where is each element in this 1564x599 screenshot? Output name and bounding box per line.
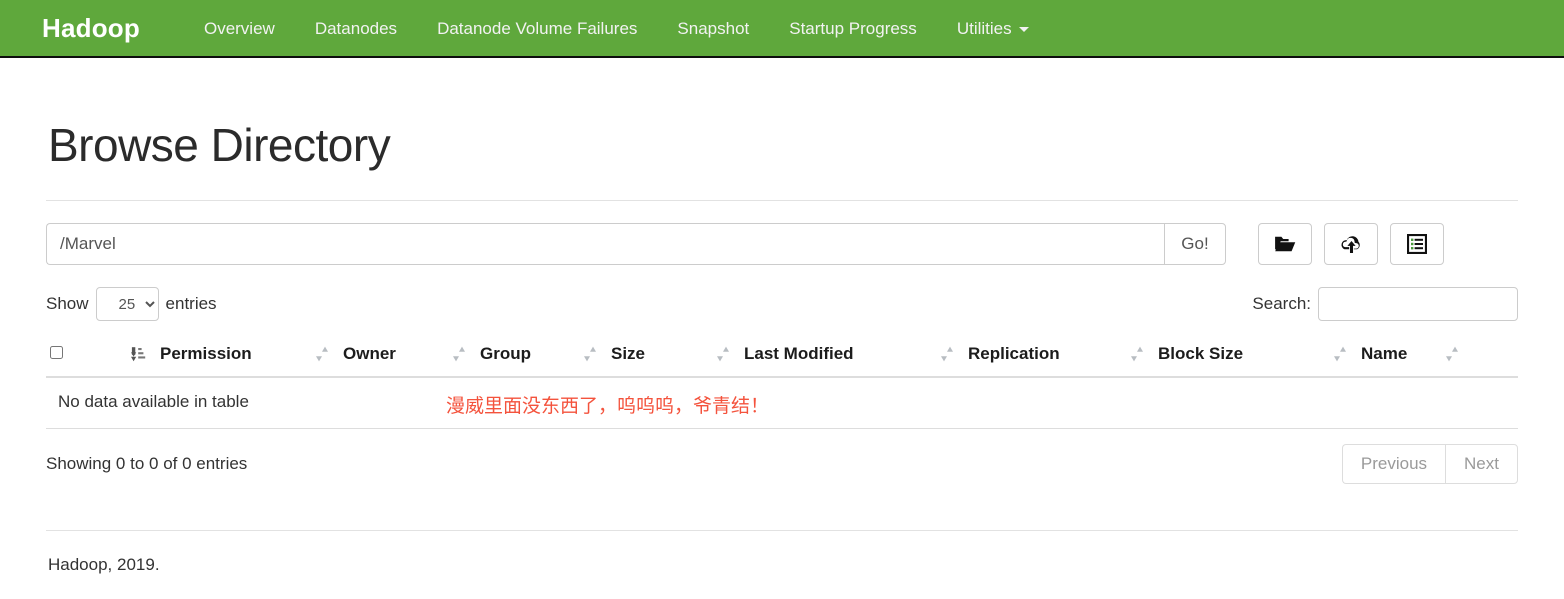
show-label: Show xyxy=(46,294,89,313)
nav-item-datanodes[interactable]: Datanodes xyxy=(295,20,417,37)
cloud-upload-icon xyxy=(1340,235,1363,254)
column-header-label: Replication xyxy=(968,344,1060,363)
pagination: Previous Next xyxy=(1341,444,1518,484)
column-header-owner[interactable]: Owner xyxy=(315,335,452,378)
sort-icon[interactable] xyxy=(315,346,329,362)
column-header-permission[interactable]: Permission xyxy=(130,335,315,378)
directory-table: Permission Owner Group Size Last Modifie… xyxy=(46,335,1518,429)
empty-message: No data available in table xyxy=(58,392,249,411)
sort-icon[interactable] xyxy=(1333,346,1347,362)
cut-paste-button[interactable] xyxy=(1390,223,1444,265)
sort-icon[interactable] xyxy=(716,346,730,362)
nav-item-label: Datanodes xyxy=(314,18,398,38)
previous-page-button[interactable]: Previous xyxy=(1341,444,1446,484)
next-page-button[interactable]: Next xyxy=(1445,444,1518,484)
column-header-group[interactable]: Group xyxy=(452,335,583,378)
upload-file-button[interactable] xyxy=(1324,223,1378,265)
sort-icon[interactable] xyxy=(583,346,597,362)
nav-item-label: Snapshot xyxy=(677,18,750,38)
search-control: Search: xyxy=(1252,287,1518,321)
table-empty-row: No data available in table 漫威里面没东西了，呜呜呜，… xyxy=(46,377,1518,429)
sort-icon[interactable] xyxy=(1130,346,1144,362)
length-control: Show 25 entries xyxy=(46,287,217,321)
table-header-row: Permission Owner Group Size Last Modifie… xyxy=(46,335,1518,378)
nav-item-label: Datanode Volume Failures xyxy=(437,18,638,38)
path-bar: Go! xyxy=(46,223,1518,265)
page-length-select[interactable]: 25 xyxy=(95,287,159,321)
annotation-text: 漫威里面没东西了，呜呜呜，爷青结！ xyxy=(446,395,770,417)
column-header-last-modified[interactable]: Last Modified xyxy=(716,335,940,378)
nav-item-utilities[interactable]: Utilities xyxy=(937,20,1049,37)
nav-item-label: Utilities xyxy=(956,18,1012,38)
page-container: Browse Directory Go! xyxy=(46,118,1518,575)
empty-message-cell: No data available in table 漫威里面没东西了，呜呜呜，… xyxy=(46,377,1518,429)
nav-item-overview[interactable]: Overview xyxy=(184,20,295,37)
table-info: Showing 0 to 0 of 0 entries xyxy=(46,454,248,473)
brand-logo[interactable]: Hadoop xyxy=(42,15,140,41)
caret-down-icon xyxy=(1018,26,1029,32)
path-input-group: Go! xyxy=(46,223,1226,265)
entries-label: entries xyxy=(165,294,217,313)
column-header-label: Permission xyxy=(160,344,252,363)
column-header-label: Block Size xyxy=(1158,344,1244,363)
nav-item-datanode-volume-failures[interactable]: Datanode Volume Failures xyxy=(417,20,657,37)
column-header-size[interactable]: Size xyxy=(583,335,716,378)
column-header-label: Size xyxy=(611,344,646,363)
main-navbar: Hadoop Overview Datanodes Datanode Volum… xyxy=(0,0,1564,58)
column-header-block-size[interactable]: Block Size xyxy=(1130,335,1333,378)
sort-icon[interactable] xyxy=(1445,346,1459,362)
path-input[interactable] xyxy=(46,223,1164,265)
column-header-label: Last Modified xyxy=(744,344,854,363)
title-divider xyxy=(46,200,1518,201)
column-header-label: Group xyxy=(480,344,531,363)
page-title: Browse Directory xyxy=(48,119,391,171)
sort-amount-desc-icon[interactable] xyxy=(130,346,146,362)
select-all-header[interactable] xyxy=(46,335,130,378)
nav-item-snapshot[interactable]: Snapshot xyxy=(657,20,769,37)
site-footer: Hadoop, 2019. xyxy=(48,555,160,574)
select-all-checkbox[interactable] xyxy=(50,346,63,359)
column-header-label: Owner xyxy=(343,344,396,363)
nav-item-label: Overview xyxy=(203,18,275,38)
list-alt-icon xyxy=(1407,234,1427,254)
column-header-label: Name xyxy=(1361,344,1408,363)
new-directory-button[interactable] xyxy=(1258,223,1312,265)
table-controls: Show 25 entries Search: xyxy=(46,287,1518,321)
nav-item-startup-progress[interactable]: Startup Progress xyxy=(769,20,937,37)
path-actions xyxy=(1258,223,1444,265)
column-header-name[interactable]: Name xyxy=(1333,335,1518,378)
column-header-replication[interactable]: Replication xyxy=(940,335,1130,378)
folder-open-icon xyxy=(1274,235,1296,253)
nav-item-label: Startup Progress xyxy=(789,18,917,38)
sort-icon[interactable] xyxy=(452,346,466,362)
table-footer: Showing 0 to 0 of 0 entries Previous Nex… xyxy=(46,444,1518,484)
search-label: Search: xyxy=(1252,294,1311,313)
go-button[interactable]: Go! xyxy=(1164,223,1226,265)
sort-icon[interactable] xyxy=(940,346,954,362)
search-input[interactable] xyxy=(1318,287,1518,321)
